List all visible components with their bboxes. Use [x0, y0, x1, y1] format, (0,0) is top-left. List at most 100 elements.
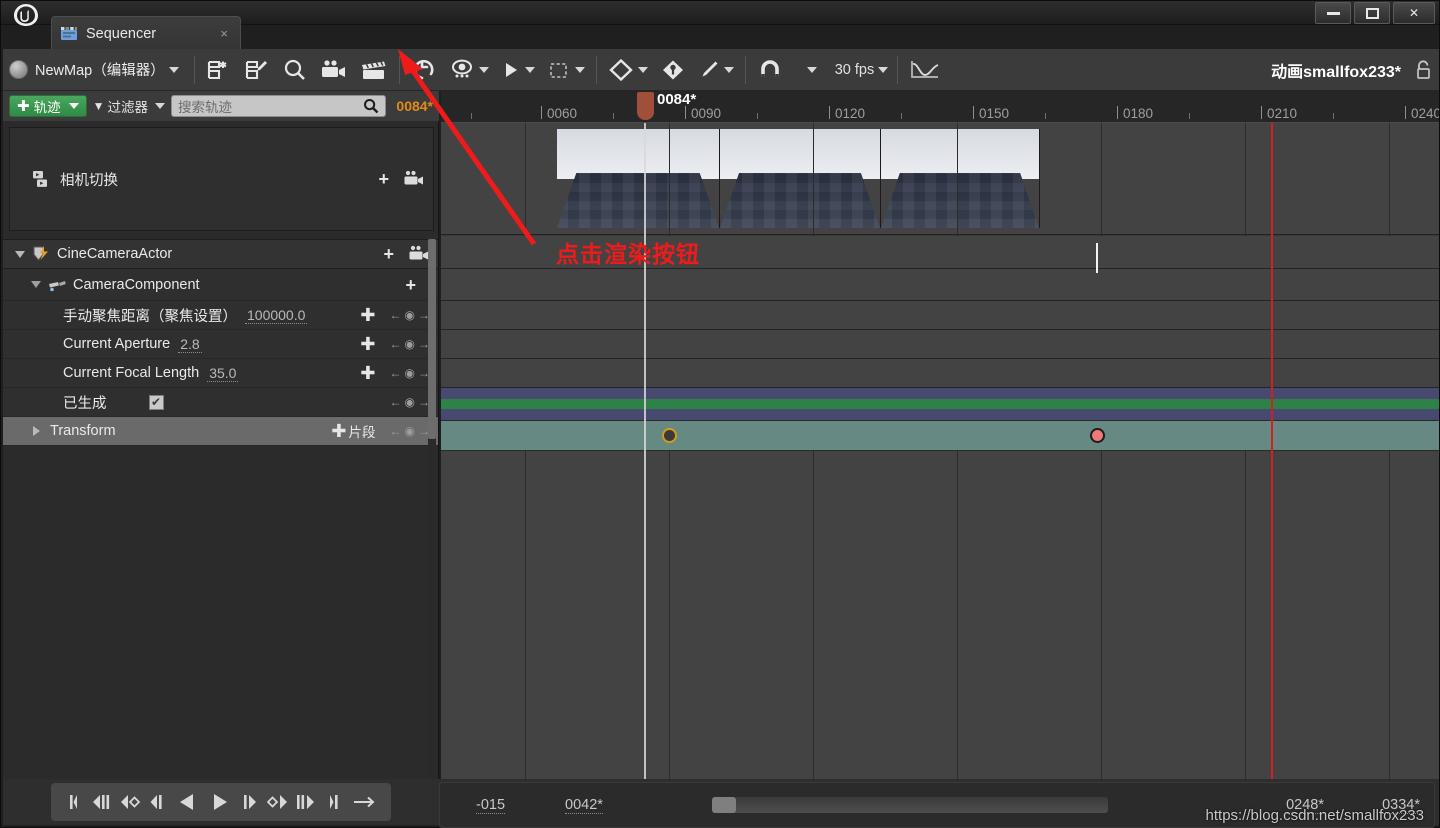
- add-camera-cut-button[interactable]: +: [378, 170, 389, 188]
- current-focal-length-value[interactable]: 35.0: [207, 365, 239, 382]
- add-key-button[interactable]: ✚: [360, 364, 375, 382]
- step-back-frame-button[interactable]: [145, 787, 171, 817]
- step-forward-key-button[interactable]: [265, 787, 291, 817]
- add-key-button[interactable]: ✚: [360, 306, 375, 324]
- key-nav-group: ← ◉ →: [390, 366, 430, 380]
- add-track-button[interactable]: ✚ 轨迹: [9, 95, 87, 117]
- tab-sequencer[interactable]: Sequencer ×: [51, 16, 241, 50]
- expand-arrow-icon[interactable]: [15, 250, 25, 258]
- key-interpolation-icon[interactable]: [602, 52, 654, 88]
- chevron-down-icon[interactable]: [806, 66, 817, 73]
- key-group-icon[interactable]: [654, 52, 692, 88]
- add-key-button[interactable]: ✚: [360, 335, 375, 353]
- shot-thumbnail[interactable]: [881, 129, 1040, 228]
- track-manual-focus-distance[interactable]: 手动聚焦距离（聚焦设置） 100000.0 ✚ ← ◉ →: [3, 301, 438, 330]
- prev-key-icon[interactable]: ←: [390, 424, 402, 438]
- undo-icon[interactable]: [405, 52, 443, 88]
- tab-close-icon[interactable]: ×: [216, 26, 232, 41]
- playback-options-icon[interactable]: [495, 52, 541, 88]
- add-key-icon[interactable]: ◉: [405, 424, 415, 438]
- track-transform[interactable]: Transform ✚ 片段 ← ◉ →: [3, 417, 438, 446]
- outliner-scrollbar-thumb[interactable]: [428, 239, 436, 439]
- step-back-key-button[interactable]: [117, 787, 143, 817]
- search-tracks-input[interactable]: 搜索轨迹: [170, 95, 387, 117]
- playhead-handle[interactable]: [637, 92, 654, 120]
- play-forward-button[interactable]: [205, 787, 235, 817]
- auto-key-icon[interactable]: [692, 52, 740, 88]
- lock-sequence-button[interactable]: [1409, 52, 1439, 88]
- snap-icon[interactable]: [751, 52, 789, 88]
- component-track-row[interactable]: [441, 269, 1439, 301]
- spawned-band-middle[interactable]: [441, 399, 1439, 409]
- range-in-value[interactable]: 0042*: [565, 797, 603, 814]
- add-key-icon[interactable]: ◉: [405, 308, 415, 322]
- track-current-focal-length[interactable]: Current Focal Length 35.0 ✚ ← ◉ →: [3, 359, 438, 388]
- chevron-down-icon[interactable]: [524, 66, 535, 73]
- chevron-down-icon[interactable]: [637, 66, 648, 73]
- add-section-button[interactable]: ✚: [331, 422, 346, 440]
- keyframe-selected[interactable]: [1090, 428, 1105, 443]
- add-component-track-button[interactable]: +: [405, 276, 416, 294]
- step-forward-section-button[interactable]: [293, 787, 319, 817]
- expand-arrow-icon[interactable]: [31, 281, 41, 288]
- manual-focus-distance-value[interactable]: 100000.0: [245, 307, 308, 324]
- camera-icon[interactable]: [403, 170, 425, 188]
- chevron-down-icon[interactable]: [574, 66, 585, 73]
- current-aperture-value[interactable]: 2.8: [178, 336, 202, 353]
- add-key-icon[interactable]: ◉: [405, 337, 415, 351]
- spawned-checkbox[interactable]: ✔: [148, 394, 164, 410]
- jump-to-start-button[interactable]: [61, 787, 87, 817]
- filter-button[interactable]: ▼ 过滤器: [93, 96, 165, 116]
- current-frame-indicator[interactable]: 0084*: [392, 98, 433, 114]
- step-back-section-button[interactable]: [89, 787, 115, 817]
- shot-thumbnail[interactable]: [557, 129, 720, 228]
- camera-cuts-section[interactable]: [441, 123, 1439, 235]
- fps-dropdown[interactable]: 30 fps: [831, 62, 893, 78]
- keyframe[interactable]: [662, 428, 677, 443]
- track-cinecameraactor[interactable]: CineCameraActor +: [3, 239, 438, 269]
- render-movie-icon[interactable]: [354, 52, 394, 88]
- timeline-ruler[interactable]: 0060 0090 0120 0150 0180 0210 0240 0084*: [441, 91, 1439, 123]
- visibility-icon[interactable]: [443, 52, 495, 88]
- current-focal-length-row[interactable]: [441, 359, 1439, 388]
- create-camera-icon[interactable]: [314, 52, 354, 88]
- find-icon[interactable]: [276, 52, 314, 88]
- manual-focus-distance-row[interactable]: [441, 301, 1439, 330]
- spawned-band-top[interactable]: [441, 388, 1439, 399]
- curve-editor-icon[interactable]: [903, 52, 947, 88]
- chevron-down-icon[interactable]: [723, 66, 734, 73]
- map-selector[interactable]: NewMap（编辑器）: [3, 52, 189, 88]
- prev-key-icon[interactable]: ←: [390, 308, 402, 322]
- range-start-value[interactable]: -015: [476, 797, 506, 814]
- play-reverse-button[interactable]: [173, 787, 203, 817]
- prev-key-icon[interactable]: ←: [390, 337, 402, 351]
- save-sequence-icon[interactable]: [200, 52, 238, 88]
- track-spawned[interactable]: 已生成 ✔ ← ◉ →: [3, 388, 438, 417]
- add-key-icon[interactable]: ◉: [405, 395, 415, 409]
- step-forward-frame-button[interactable]: [237, 787, 263, 817]
- selection-range-icon[interactable]: [541, 52, 591, 88]
- prev-key-icon[interactable]: ←: [390, 395, 402, 409]
- spawned-band-bottom[interactable]: [441, 409, 1439, 420]
- jump-to-end-button[interactable]: [321, 787, 347, 817]
- add-actor-track-button[interactable]: +: [383, 245, 394, 263]
- shot-thumbnail[interactable]: [720, 129, 881, 228]
- timeline-track-area[interactable]: [441, 123, 1439, 779]
- prev-key-icon[interactable]: ←: [390, 366, 402, 380]
- track-current-aperture[interactable]: Current Aperture 2.8 ✚ ← ◉ →: [3, 330, 438, 359]
- snap-options-dropdown[interactable]: [789, 52, 831, 88]
- empty-timeline-canvas[interactable]: [441, 451, 1439, 779]
- loop-mode-button[interactable]: [349, 787, 381, 817]
- expand-arrow-icon[interactable]: [33, 426, 40, 436]
- camera-icon[interactable]: [408, 245, 430, 263]
- playback-end-marker[interactable]: [1271, 123, 1273, 779]
- add-key-icon[interactable]: ◉: [405, 366, 415, 380]
- track-camera-cuts[interactable]: 相机切换 +: [9, 127, 434, 231]
- track-cameracomponent[interactable]: CameraComponent +: [3, 269, 438, 301]
- chevron-down-icon[interactable]: [478, 66, 489, 73]
- timeline-scrollbar-thumb[interactable]: [712, 797, 736, 813]
- edit-sequence-icon[interactable]: [238, 52, 276, 88]
- current-aperture-row[interactable]: [441, 330, 1439, 359]
- timeline-scrollbar-track[interactable]: [712, 797, 1108, 813]
- transform-section[interactable]: [441, 420, 1439, 451]
